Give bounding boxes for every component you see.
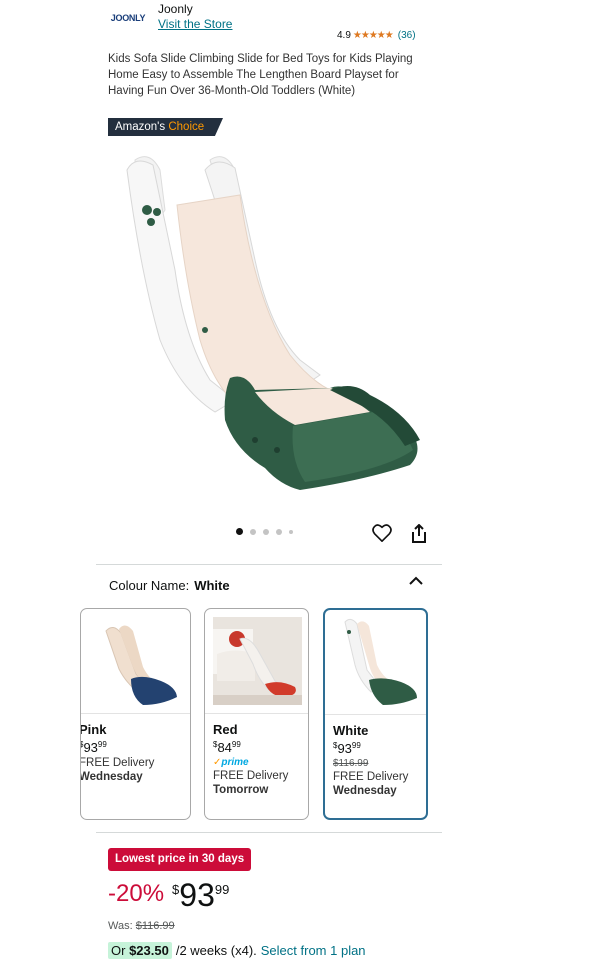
swatch-delivery: FREE Delivery — [80, 757, 155, 769]
colour-option-pink[interactable]: Pink $9399 FREE Delivery Wednesday — [80, 608, 191, 820]
brand-name: Joonly — [158, 2, 193, 16]
share-icon[interactable] — [409, 523, 429, 545]
swatch-delivery-day: Wednesday — [333, 785, 397, 797]
lowest-price-badge: Lowest price in 30 days — [108, 848, 252, 871]
swatch-delivery-day: Tomorrow — [213, 784, 269, 796]
swatch-name: White — [333, 723, 369, 738]
visit-store-link[interactable]: Visit the Store — [158, 17, 232, 31]
brand-logo[interactable]: JOONLY — [108, 2, 148, 34]
image-carousel-dots[interactable] — [236, 528, 293, 535]
select-plan-link[interactable]: Select from 1 plan — [261, 943, 366, 958]
was-label: Was: — [108, 920, 133, 932]
was-price: Was: $116.99 — [108, 920, 175, 932]
swatch-price: $8499 — [213, 740, 288, 755]
or-label: Or — [111, 943, 126, 958]
swatch-image — [81, 609, 190, 714]
discount-percent: -20% — [108, 880, 165, 907]
colour-name-label: Colour Name: — [109, 578, 190, 593]
price-block: -20% $ 93 99 — [108, 876, 229, 914]
amazons-choice-badge: Amazon's Choice — [108, 118, 223, 136]
product-image[interactable] — [105, 150, 435, 500]
swatch-delivery: FREE Delivery — [333, 771, 409, 783]
swatch-info: Pink $9399 FREE Delivery Wednesday — [80, 722, 155, 783]
price-whole: 93 — [179, 877, 215, 913]
chevron-up-icon[interactable] — [408, 574, 424, 588]
swatch-info: Red $8499 ✓prime FREE Delivery Tomorrow — [213, 722, 288, 796]
swatch-info: White $9399 $116.99 FREE Delivery Wednes… — [333, 723, 408, 797]
colour-option-red[interactable]: Red $8499 ✓prime FREE Delivery Tomorrow — [204, 608, 309, 820]
price-fraction: 99 — [97, 740, 107, 749]
installment-plan: Or $23.50 /2 weeks (x4). Select from 1 p… — [108, 942, 366, 959]
price-whole: 84 — [217, 740, 232, 755]
current-price: $ 93 99 — [172, 876, 229, 914]
carousel-dot[interactable] — [276, 528, 282, 535]
price-fraction: 99 — [351, 741, 361, 750]
product-title: Kids Sofa Slide Climbing Slide for Bed T… — [108, 53, 413, 97]
carousel-dot[interactable] — [263, 528, 269, 535]
heart-icon[interactable] — [371, 523, 393, 543]
star-rating-icon: ★★★★★ — [352, 30, 394, 41]
rating-count[interactable]: (36) — [398, 30, 416, 41]
carousel-dot[interactable] — [289, 529, 293, 534]
badge-suffix: Choice — [168, 121, 205, 133]
price-fraction: 99 — [214, 882, 230, 897]
was-price-value: $116.99 — [135, 920, 175, 932]
prime-badge: ✓prime — [213, 757, 288, 768]
swatch-image — [325, 610, 426, 715]
swatch-image — [205, 609, 308, 714]
installment-amount: $23.50 — [129, 943, 169, 958]
logo-text: JOONLY — [110, 13, 146, 23]
rating-summary[interactable]: 4.9 ★★★★★ (36) — [337, 30, 416, 41]
selected-colour-value: White — [194, 578, 230, 593]
currency-symbol: $ — [172, 882, 180, 897]
carousel-dot[interactable] — [236, 528, 243, 535]
swatch-delivery: FREE Delivery — [213, 770, 289, 782]
colour-selector-label: Colour Name: White — [109, 578, 230, 593]
price-whole: 93 — [337, 741, 352, 756]
installment-highlight: Or $23.50 — [108, 942, 172, 959]
badge-prefix: Amazon's — [115, 121, 166, 133]
swatch-price: $9399 — [81, 740, 154, 755]
price-whole: 93 — [83, 740, 98, 755]
installment-terms: /2 weeks (x4). — [175, 943, 257, 958]
divider — [96, 832, 442, 833]
colour-option-white[interactable]: White $9399 $116.99 FREE Delivery Wednes… — [323, 608, 428, 820]
price-fraction: 99 — [231, 740, 241, 749]
prime-label: prime — [221, 757, 249, 768]
swatch-price: $9399 — [333, 741, 408, 756]
swatch-name: Red — [213, 722, 238, 737]
swatch-name: Pink — [80, 722, 107, 737]
carousel-dot[interactable] — [250, 528, 256, 535]
rating-value: 4.9 — [337, 30, 351, 41]
swatch-delivery-day: Wednesday — [80, 771, 143, 783]
divider — [96, 564, 442, 565]
swatch-was-price: $116.99 — [333, 758, 369, 769]
